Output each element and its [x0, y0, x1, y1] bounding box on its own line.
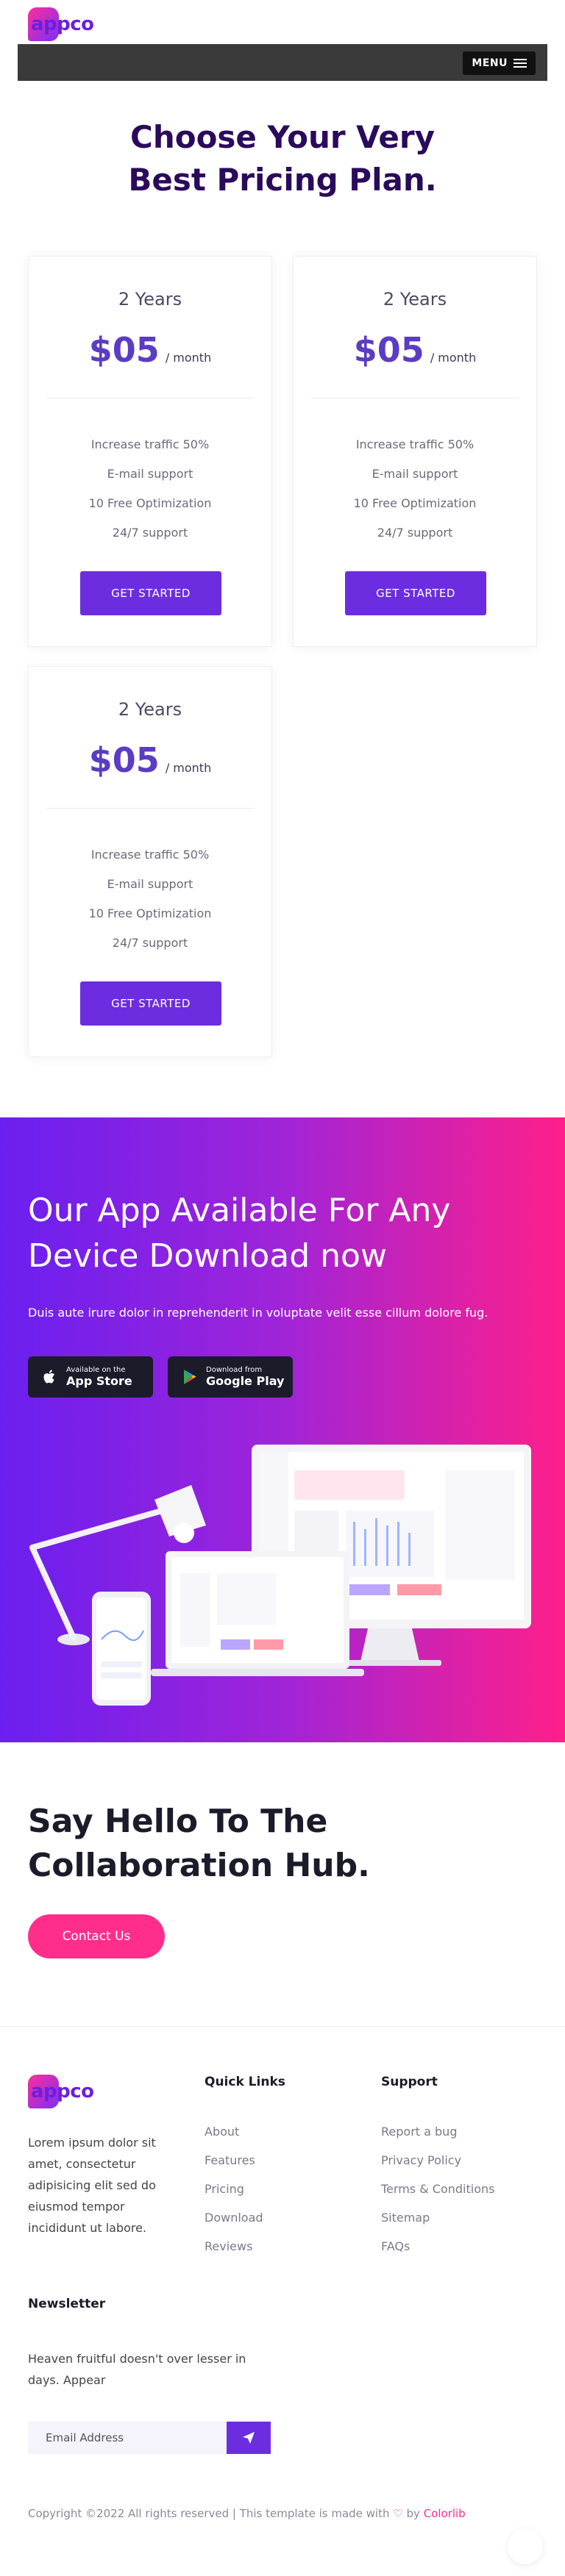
brand-logo[interactable]: appco	[28, 7, 104, 41]
app-section-title: Our App Available For Any Device Downloa…	[28, 1188, 528, 1279]
get-started-button[interactable]: GET STARTED	[80, 571, 221, 615]
quick-links-title: Quick Links	[205, 2075, 285, 2089]
plan-feature: 10 Free Optimization	[88, 906, 212, 920]
pricing-title-line2: Best Pricing Plan.	[128, 162, 437, 198]
footer-link-about[interactable]: About	[205, 2125, 285, 2153]
plan-feature: E-mail support	[372, 467, 458, 481]
app-title-line2: Device Download now	[28, 1237, 387, 1275]
support-column: Support Report a bug Privacy Policy Term…	[381, 2075, 494, 2268]
logo-text: appco	[31, 13, 94, 35]
google-play-small: Download from	[206, 1366, 263, 1374]
hamburger-icon	[514, 59, 527, 68]
footer-divider	[0, 2026, 565, 2027]
footer-link-terms[interactable]: Terms & Conditions	[381, 2182, 494, 2211]
footer-link-faqs[interactable]: FAQs	[381, 2239, 494, 2268]
send-icon	[243, 2432, 255, 2444]
logo-text: appco	[31, 2081, 94, 2103]
plan-amount: $05	[88, 330, 160, 370]
phone	[92, 1592, 151, 1706]
plan-feature: Increase traffic 50%	[90, 437, 210, 451]
app-store-button[interactable]: Available on the App Store	[28, 1356, 153, 1398]
copyright-by: by	[406, 2507, 420, 2520]
plan-amount: $05	[88, 740, 160, 780]
heart-icon: ♡	[393, 2507, 403, 2520]
app-store-small: Available on the	[66, 1366, 126, 1374]
plan-features: Increase traffic 50% E-mail support 10 F…	[29, 430, 271, 548]
email-input[interactable]	[28, 2422, 227, 2454]
footer-link-download[interactable]: Download	[205, 2211, 285, 2239]
plan-features: Increase traffic 50% E-mail support 10 F…	[294, 430, 536, 548]
plan-features: Increase traffic 50% E-mail support 10 F…	[29, 840, 271, 958]
support-title: Support	[381, 2075, 438, 2089]
plan-period: / month	[165, 351, 212, 365]
footer-link-reviews[interactable]: Reviews	[205, 2239, 285, 2268]
footer-link-features[interactable]: Features	[205, 2153, 285, 2182]
plan-amount: $05	[353, 330, 424, 370]
footer-link-privacy[interactable]: Privacy Policy	[381, 2153, 494, 2182]
google-play-label: Google Play	[206, 1374, 285, 1388]
footer-link-report-bug[interactable]: Report a bug	[381, 2125, 494, 2153]
footer-link-sitemap[interactable]: Sitemap	[381, 2211, 494, 2239]
app-section-description: Duis aute irure dolor in reprehenderit i…	[28, 1306, 488, 1320]
collab-title: Say Hello To The Collaboration Hub.	[28, 1800, 370, 1888]
colorlib-link[interactable]: Colorlib	[424, 2507, 466, 2520]
plan-feature: E-mail support	[107, 467, 193, 481]
top-navbar: MENU	[18, 44, 547, 81]
plan-feature: 24/7 support	[377, 526, 453, 540]
plan-duration: 2 Years	[383, 289, 447, 310]
pricing-card: 2 Years $05 / month Increase traffic 50% …	[293, 256, 537, 647]
plan-feature: 10 Free Optimization	[88, 496, 212, 510]
newsletter-description: Heaven fruitful doesn't over lesser in d…	[28, 2352, 246, 2387]
google-play-button[interactable]: Download from Google Play	[168, 1356, 293, 1398]
footer-description: Lorem ipsum dolor sit amet, consectetur …	[28, 2136, 156, 2235]
plan-duration: 2 Years	[118, 289, 182, 310]
app-store-text: Available on the App Store	[66, 1366, 132, 1388]
plan-price: $05 / month	[29, 330, 271, 370]
collab-title-line2: Collaboration Hub.	[28, 1847, 370, 1884]
app-title-line1: Our App Available For Any	[28, 1192, 451, 1229]
google-play-text: Download from Google Play	[206, 1366, 284, 1388]
plan-feature: 24/7 support	[112, 936, 188, 950]
plan-feature: 24/7 support	[112, 526, 188, 540]
collab-title-line1: Say Hello To The	[28, 1803, 328, 1840]
get-started-button[interactable]: GET STARTED	[345, 571, 486, 615]
menu-button[interactable]: MENU	[463, 51, 536, 75]
pricing-card: 2 Years $05 / month Increase traffic 50% …	[28, 256, 272, 647]
plan-feature: 10 Free Optimization	[353, 496, 477, 510]
plan-price: $05 / month	[294, 330, 536, 370]
footer-link-pricing[interactable]: Pricing	[205, 2182, 285, 2211]
laptop	[151, 1551, 364, 1676]
plan-duration: 2 Years	[118, 699, 182, 720]
newsletter-title: Newsletter	[28, 2297, 106, 2311]
plan-price: $05 / month	[29, 740, 271, 780]
copyright-text: Copyright ©2022 All rights reserved | Th…	[28, 2507, 390, 2520]
back-to-top-button[interactable]	[508, 2529, 543, 2564]
app-store-label: App Store	[66, 1374, 132, 1388]
pricing-title: Choose Your Very Best Pricing Plan.	[0, 116, 565, 201]
card-divider	[46, 808, 254, 809]
pricing-card: 2 Years $05 / month Increase traffic 50% …	[28, 666, 272, 1057]
plan-period: / month	[430, 351, 477, 365]
plan-period: / month	[165, 761, 212, 775]
pricing-title-line1: Choose Your Very	[130, 119, 435, 155]
quick-links-column: Quick Links About Features Pricing Downl…	[205, 2075, 285, 2268]
plan-feature: Increase traffic 50%	[355, 437, 475, 451]
newsletter-form	[28, 2422, 271, 2454]
get-started-button[interactable]: GET STARTED	[80, 981, 221, 1026]
menu-label: MENU	[472, 57, 508, 69]
app-download-section: Our App Available For Any Device Downloa…	[0, 1117, 565, 1742]
plan-feature: E-mail support	[107, 877, 193, 891]
newsletter-submit-button[interactable]	[227, 2422, 271, 2454]
plan-feature: Increase traffic 50%	[90, 848, 210, 862]
contact-us-button[interactable]: Contact Us	[28, 1914, 165, 1958]
copyright: Copyright ©2022 All rights reserved | Th…	[28, 2507, 466, 2520]
devices-illustration	[29, 1445, 531, 1706]
google-play-icon	[184, 1370, 196, 1384]
footer-logo[interactable]: appco	[28, 2075, 104, 2108]
apple-icon	[43, 1370, 55, 1384]
